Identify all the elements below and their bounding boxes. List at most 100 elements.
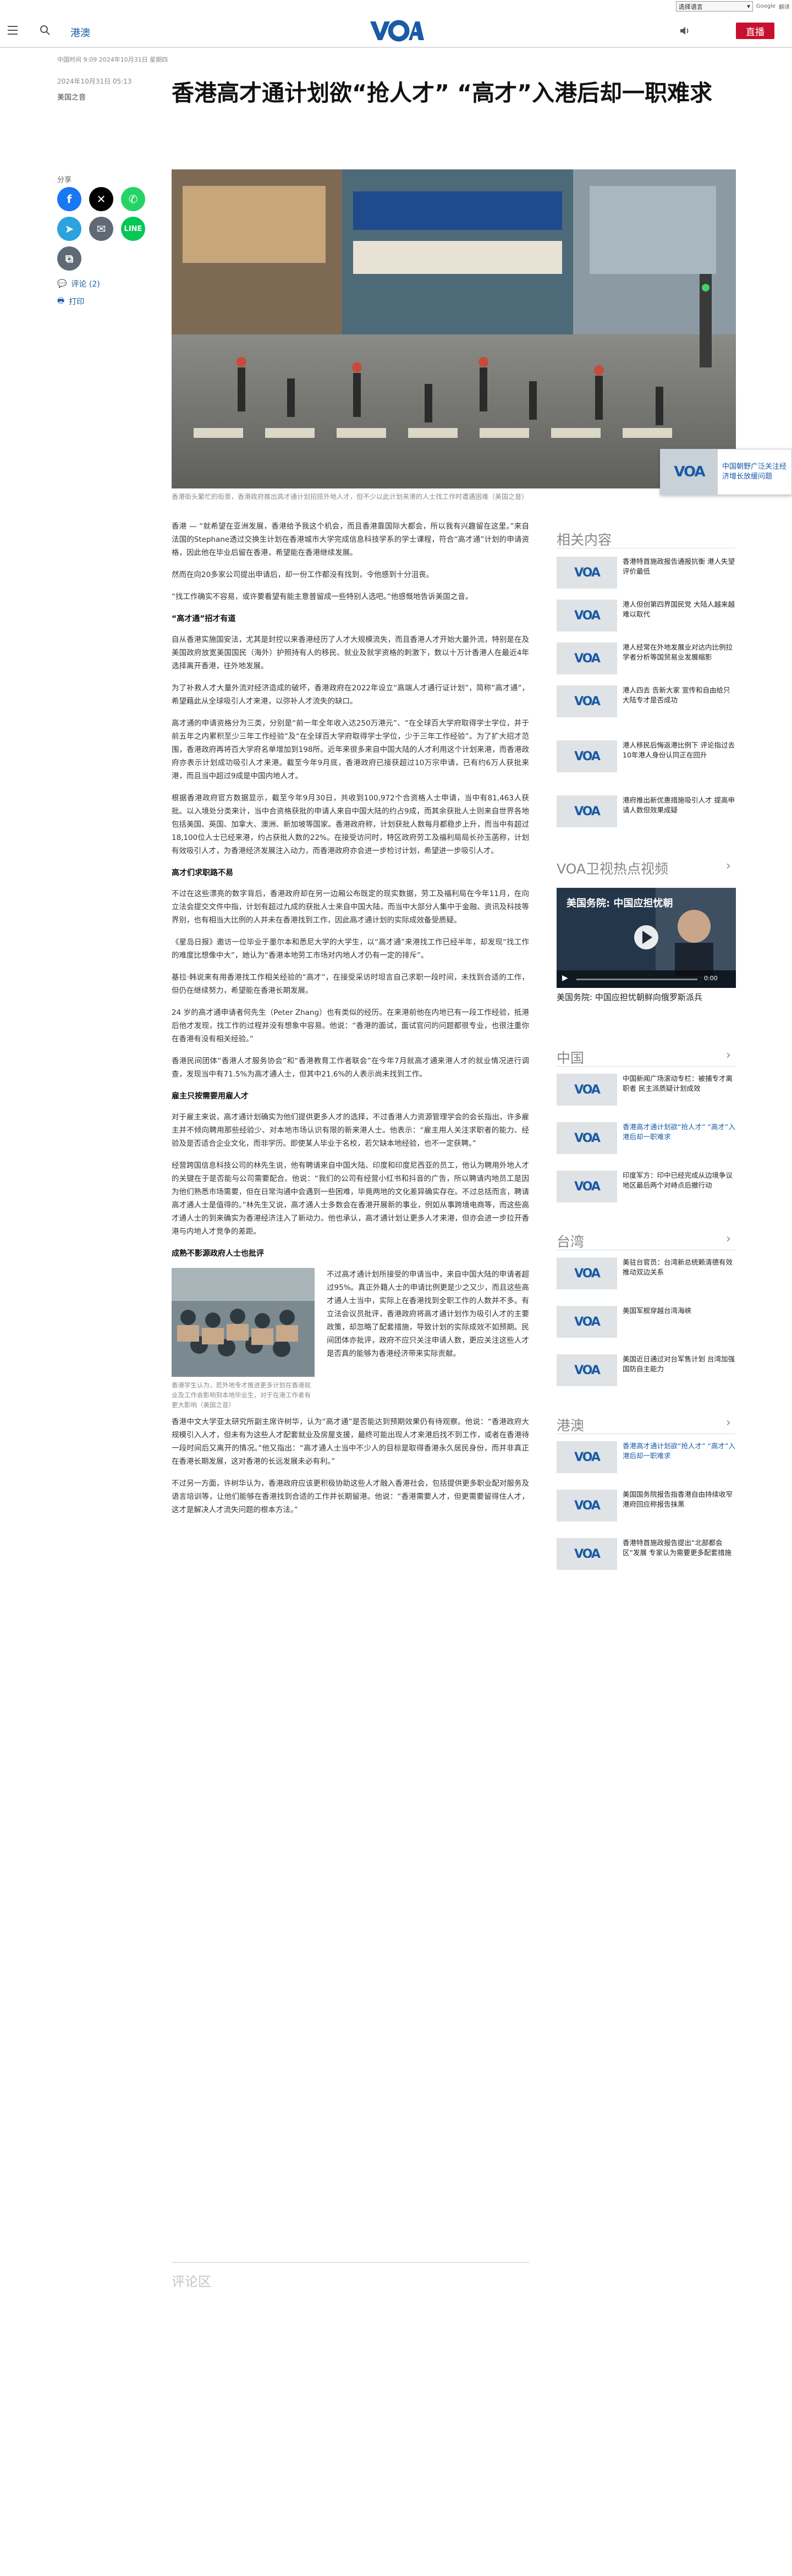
- voa-logo-mark: VOA: [574, 804, 601, 819]
- paragraph: 基拉·韩说来有用香港找工作相关经验的“高才”，在接受采访时坦言自己求职一段时间，…: [172, 973, 529, 995]
- share-row-3: ⧉: [57, 246, 81, 271]
- china-thumbnail: VOA: [557, 1122, 617, 1154]
- live-button[interactable]: 直播: [736, 23, 774, 39]
- chevron-right-icon: ›: [726, 1232, 731, 1246]
- related-item[interactable]: VOA 港府推出新优惠措施吸引人才 提高申请人数但效果成疑: [557, 795, 736, 827]
- meta-top: 中国时间 9:09 2024年10月31日 星期四: [57, 56, 168, 63]
- taiwan-thumbnail: VOA: [557, 1354, 617, 1386]
- hk-item[interactable]: VOA 香港高才通计划欲“抢人才” “高才”入港后却一职难求: [557, 1441, 736, 1473]
- voa-logo-mark: VOA: [574, 1131, 601, 1145]
- comment-icon: 💬: [57, 279, 67, 288]
- chevron-right-icon: ›: [726, 1048, 731, 1062]
- line-icon[interactable]: LINE: [121, 217, 145, 241]
- hk-item[interactable]: VOA 美国国务院报告指香港自由持续收窄 港府回应称报告抹黑: [557, 1490, 736, 1522]
- play-icon[interactable]: ▶: [562, 974, 568, 982]
- menu-icon[interactable]: [8, 26, 18, 35]
- hk-item[interactable]: VOA 香港特首施政报告提出“北部都会区”发展 专家认为需要更多配套措施: [557, 1538, 736, 1570]
- hk-title: 美国国务院报告指香港自由持续收窄 港府回应称报告抹黑: [623, 1490, 733, 1508]
- related-thumbnail: VOA: [557, 795, 617, 827]
- voa-logo-mark: VOA: [574, 694, 601, 708]
- related-item[interactable]: VOA 香港特首施政报告通报抗衡 港人失望 评价最低: [557, 557, 736, 589]
- taiwan-item[interactable]: VOA 美驻台官员：台湾新总统赖清德有效推动双边关系: [557, 1257, 736, 1289]
- float-player-title: 中国朝野广泛关注经济增长放缓问题: [722, 463, 787, 481]
- taiwan-item[interactable]: VOA 美国军舰穿越台湾海峡: [557, 1306, 736, 1338]
- voa-logo-mark: VOA: [574, 651, 601, 666]
- taiwan-heading-label: 台湾: [557, 1234, 585, 1250]
- hk-heading[interactable]: 港澳 ›: [557, 1415, 731, 1435]
- china-thumbnail: VOA: [557, 1074, 617, 1106]
- related-item[interactable]: VOA 港人但创第四界国民党 大陆人越来越难以取代: [557, 600, 736, 631]
- voa-logo-mark: VOA: [574, 1179, 601, 1194]
- hero-caption: 香港街头繁忙的街景，香港政府推出高才通计划招揽外地人才，但不少以此计划来港的人士…: [172, 493, 529, 501]
- china-item[interactable]: VOA 香港高才通计划欲“抢人才” “高才”入港后却一职难求: [557, 1122, 736, 1154]
- search-icon[interactable]: [40, 25, 51, 36]
- paragraph: 香港中文大学亚太研究所副主席许树华，认为“高才通”是否能达到预期效果仍有待观察。…: [172, 1418, 529, 1466]
- section-link[interactable]: 港澳: [70, 25, 90, 40]
- share-row-1: f ✕ ✆: [57, 187, 145, 211]
- china-title: 印度军方：印中已经完成从边境争议地区最后两个对峙点后撤行动: [623, 1171, 733, 1189]
- related-item[interactable]: VOA 港人四去 告新大家 宣传和自由给只大陆专才是否成功: [557, 685, 736, 717]
- email-icon[interactable]: ✉: [89, 217, 113, 241]
- paragraph: 高才通的申请资格分为三类，分别是“前一年全年收入达250万港元”、“在全球百大学…: [172, 719, 529, 781]
- taiwan-item[interactable]: VOA 美国近日通过对台军售计划 台湾加强国防自主能力: [557, 1354, 736, 1386]
- telegram-icon[interactable]: ➤: [57, 217, 81, 241]
- related-item[interactable]: VOA 港人经常在外地发展业对达内比例拉 学者分析等国贸易业发展缩影: [557, 642, 736, 674]
- inline-caption: 香港学生认为，若外地专才推进更多计划在香港就业及工作会影响到本地毕业生，对于在港…: [172, 1381, 311, 1409]
- video-title[interactable]: 美国务院: 中国应担忧朝鲜向俄罗斯派兵: [557, 991, 736, 1003]
- hk-thumbnail: VOA: [557, 1490, 617, 1522]
- paragraph: 香港民间团体“香港人才服务协会”和“香港教育工作者联会”在今年7月就高才通来港人…: [172, 1057, 529, 1079]
- china-thumbnail: VOA: [557, 1171, 617, 1202]
- video-heading[interactable]: VOA卫视热点视频 ›: [557, 858, 731, 878]
- facebook-icon[interactable]: f: [57, 187, 81, 211]
- paragraph: 为了补救人才大量外流对经济造成的破坏，香港政府在2022年设立“高端人才通行证计…: [172, 684, 529, 706]
- related-title: 港人移民后悔返港比例下 评论指过去10年港人身份认同正在回升: [623, 741, 735, 759]
- voa-logo-mark: VOA: [574, 565, 601, 580]
- google-translate-label: 翻译: [779, 4, 790, 10]
- language-select[interactable]: 选择语言 ▾: [675, 1, 753, 12]
- china-heading-label: 中国: [557, 1050, 585, 1066]
- taiwan-heading[interactable]: 台湾 ›: [557, 1231, 731, 1251]
- volume-icon[interactable]: [679, 25, 691, 36]
- china-item[interactable]: VOA 中国新闻广场滚动专栏：被捕专才离职者 民主派质疑计划成效: [557, 1074, 736, 1106]
- divider: [557, 1433, 736, 1434]
- voa-logo-mark: VOA: [574, 1315, 601, 1329]
- related-thumbnail: VOA: [557, 557, 617, 589]
- china-item[interactable]: VOA 印度军方：印中已经完成从边境争议地区最后两个对峙点后撤行动: [557, 1171, 736, 1202]
- paragraph: 对于雇主来说，高才通计划确实为他们提供更多人才的选择，不过香港人力资源管理学会的…: [172, 1113, 529, 1148]
- page-title: 香港高才通计划欲“抢人才” “高才”入港后却一职难求: [172, 80, 713, 106]
- x-twitter-icon[interactable]: ✕: [89, 187, 113, 211]
- subheading: 雇主只按需要用雇人才: [172, 1092, 249, 1101]
- floating-video-player[interactable]: VOA 中国朝野广泛关注经济增长放缓问题: [660, 449, 792, 495]
- divider: [557, 1066, 736, 1067]
- translate-strip: 选择语言 ▾ Google 翻译: [0, 0, 792, 14]
- video-time: 0:00: [704, 975, 718, 982]
- related-item[interactable]: VOA 港人移民后悔返港比例下 评论指过去10年港人身份认同正在回升: [557, 740, 736, 772]
- language-select-label: 选择语言: [678, 3, 703, 10]
- inline-classroom-scene: [172, 1268, 315, 1377]
- related-title: 香港特首施政报告通报抗衡 港人失望 评价最低: [623, 557, 735, 575]
- comments-label: 评论 (2): [71, 280, 100, 289]
- china-heading[interactable]: 中国 ›: [557, 1047, 731, 1067]
- inline-image: [172, 1268, 315, 1377]
- taiwan-thumbnail: VOA: [557, 1306, 617, 1338]
- hk-heading-label: 港澳: [557, 1418, 585, 1433]
- voa-logo[interactable]: [368, 19, 424, 42]
- share-row-2: ➤ ✉ LINE: [57, 217, 145, 241]
- chevron-right-icon: ›: [726, 1416, 731, 1430]
- paragraph: 经营跨国信息科技公司的林先生说，他有聘请来自中国大陆、印度和印度尼西亚的员工，他…: [172, 1161, 529, 1236]
- copy-link-icon[interactable]: ⧉: [57, 246, 81, 271]
- video-player[interactable]: 美国务院: 中国应担忧朝 ▶ 0:00: [557, 888, 736, 988]
- paragraph: 然而在向20多家公司提出申请后，却一份工作都没有找到，令他感到十分沮丧。: [172, 570, 434, 579]
- subheading: 高才们求职路不易: [172, 869, 233, 877]
- voa-logo-mark: VOA: [574, 1450, 601, 1464]
- voa-logo-mark: VOA: [574, 1266, 601, 1281]
- print-link[interactable]: 🖶 打印: [57, 295, 84, 308]
- voa-logo-mark: VOA: [574, 1498, 601, 1513]
- whatsapp-icon[interactable]: ✆: [121, 187, 145, 211]
- related-title: 港人四去 告新大家 宣传和自由给只大陆专才是否成功: [623, 686, 730, 704]
- china-title: 香港高才通计划欲“抢人才” “高才”入港后却一职难求: [623, 1123, 735, 1141]
- comments-link[interactable]: 💬 评论 (2): [57, 278, 100, 289]
- paragraph: 24 岁的高才通申请者何先生（Peter Zhang）也有类似的经历。在来港前他…: [172, 1008, 529, 1043]
- paragraph: 根据香港政府官方数据显示，截至今年9月30日，共收到100,972个合资格人士申…: [172, 794, 529, 855]
- google-powered-by: Google: [756, 3, 776, 9]
